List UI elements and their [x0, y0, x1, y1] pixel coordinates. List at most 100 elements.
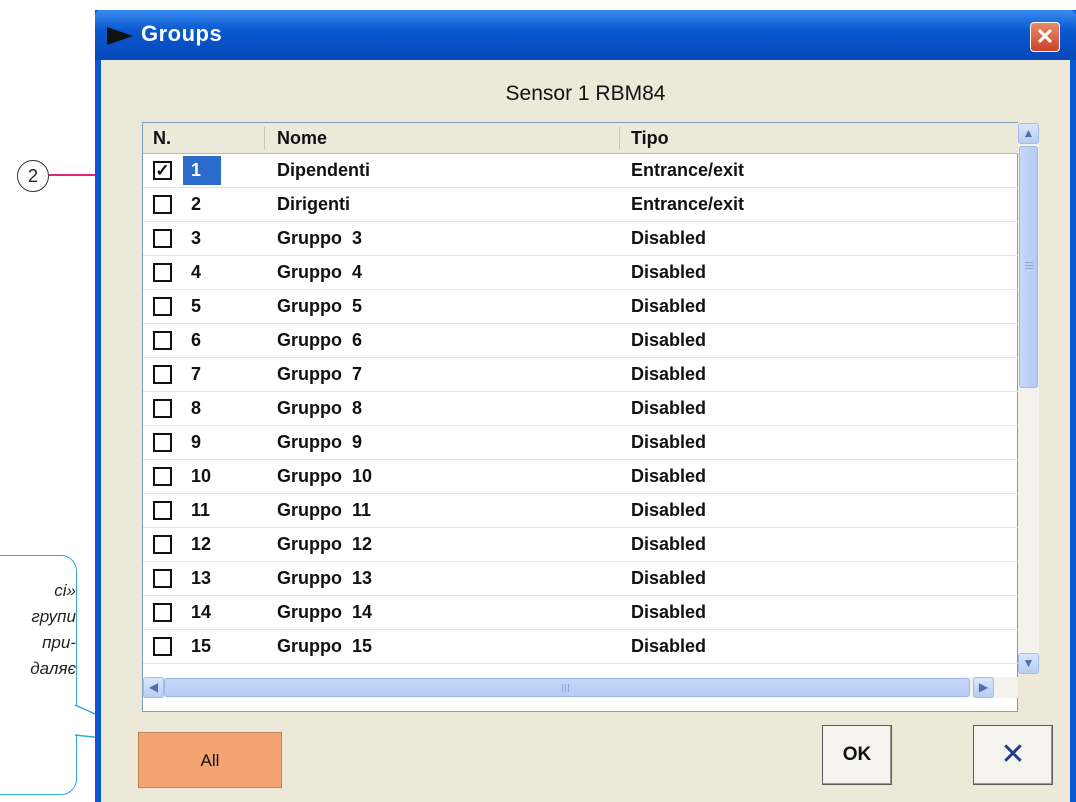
groups-dialog: Groups ✕ Sensor 1 RBM84 N. Nome Tipo ✓ 1 D…: [95, 10, 1076, 802]
group-number: 12: [191, 534, 212, 554]
group-number: 15: [191, 636, 212, 656]
vertical-scrollbar[interactable]: ▲ ▼: [1018, 123, 1039, 674]
sensor-label: Sensor 1 RBM84: [505, 82, 666, 105]
close-button[interactable]: ✕: [1030, 22, 1060, 52]
group-checkbox[interactable]: [153, 433, 172, 452]
list-row[interactable]: 5 Gruppo 5 Disabled: [143, 290, 1018, 324]
group-number: 1: [183, 156, 221, 185]
group-type: Disabled: [631, 466, 707, 486]
group-name: Gruppo 3: [277, 228, 362, 248]
group-type: Disabled: [631, 534, 707, 554]
horizontal-scroll-thumb[interactable]: [164, 678, 970, 697]
vertical-scroll-thumb[interactable]: [1019, 146, 1038, 388]
group-type: Entrance/exit: [631, 194, 745, 214]
group-number: 10: [191, 466, 212, 486]
column-header-nome[interactable]: Nome: [267, 123, 617, 153]
groups-list: N. Nome Tipo ✓ 1 Dipendenti Entrance/exit 2 D…: [142, 122, 1039, 712]
group-checkbox[interactable]: [153, 399, 172, 418]
column-header-n[interactable]: N.: [143, 123, 263, 153]
group-name: Gruppo 10: [277, 466, 373, 486]
group-name: Gruppo 7: [277, 364, 362, 384]
group-name: Dipendenti: [277, 160, 370, 180]
group-checkbox[interactable]: [153, 229, 172, 248]
column-divider[interactable]: [619, 127, 620, 149]
group-name: Gruppo 13: [277, 568, 373, 588]
group-checkbox[interactable]: [153, 501, 172, 520]
group-type: Disabled: [631, 602, 707, 622]
ok-button[interactable]: OK: [822, 725, 892, 785]
group-type: Disabled: [631, 636, 707, 656]
list-rows: ✓ 1 Dipendenti Entrance/exit 2 Dirigenti Entra…: [143, 154, 1018, 676]
group-number: 4: [191, 262, 202, 282]
group-type: Disabled: [631, 262, 707, 282]
list-row[interactable]: 12 Gruppo 12 Disabled: [143, 528, 1018, 562]
list-header: N. Nome Tipo: [143, 123, 1018, 154]
group-name: Gruppo 9: [277, 432, 362, 452]
group-type: Disabled: [631, 398, 707, 418]
group-number: 13: [191, 568, 212, 588]
group-name: Gruppo 11: [277, 500, 372, 520]
scroll-right-button[interactable]: ▶: [973, 677, 994, 698]
group-type: Entrance/exit: [631, 160, 745, 180]
column-divider[interactable]: [264, 127, 265, 149]
scroll-down-button[interactable]: ▼: [1018, 653, 1039, 674]
callout-text: сі» групи при- даляє: [30, 581, 76, 678]
list-row[interactable]: 11 Gruppo 11 Disabled: [143, 494, 1018, 528]
group-type: Disabled: [631, 228, 707, 248]
list-row[interactable]: 9 Gruppo 9 Disabled: [143, 426, 1018, 460]
group-type: Disabled: [631, 296, 707, 316]
list-row[interactable]: 10 Gruppo 10 Disabled: [143, 460, 1018, 494]
list-row[interactable]: 4 Gruppo 4 Disabled: [143, 256, 1018, 290]
list-row[interactable]: ✓ 1 Dipendenti Entrance/exit: [143, 154, 1018, 188]
group-checkbox[interactable]: [153, 603, 172, 622]
group-name: Gruppo 5: [277, 296, 362, 316]
group-name: Gruppo 6: [277, 330, 362, 350]
scroll-left-button[interactable]: ◀: [143, 677, 164, 698]
group-checkbox[interactable]: [153, 263, 172, 282]
scroll-up-button[interactable]: ▲: [1018, 123, 1039, 144]
group-type: Disabled: [631, 432, 707, 452]
list-row[interactable]: 3 Gruppo 3 Disabled: [143, 222, 1018, 256]
list-row[interactable]: 2 Dirigenti Entrance/exit: [143, 188, 1018, 222]
group-checkbox[interactable]: [153, 297, 172, 316]
list-row[interactable]: 14 Gruppo 14 Disabled: [143, 596, 1018, 630]
group-name: Gruppo 4: [277, 262, 362, 282]
cancel-button[interactable]: ✕: [973, 725, 1053, 785]
group-type: Disabled: [631, 364, 707, 384]
list-row[interactable]: 7 Gruppo 7 Disabled: [143, 358, 1018, 392]
group-type: Disabled: [631, 568, 707, 588]
group-name: Gruppo 8: [277, 398, 362, 418]
group-number: 6: [191, 330, 202, 350]
title-bar[interactable]: Groups ✕: [95, 10, 1076, 60]
group-number: 3: [191, 228, 202, 248]
group-checkbox[interactable]: [153, 365, 172, 384]
group-checkbox[interactable]: [153, 467, 172, 486]
list-row[interactable]: 8 Gruppo 8 Disabled: [143, 392, 1018, 426]
group-checkbox[interactable]: [153, 195, 172, 214]
group-number: 9: [191, 432, 202, 452]
callout-marker-number: 2: [17, 160, 49, 192]
select-all-button[interactable]: All: [138, 732, 282, 788]
group-number: 5: [191, 296, 202, 316]
list-row[interactable]: 15 Gruppo 15 Disabled: [143, 630, 1018, 664]
group-number: 14: [191, 602, 212, 622]
group-number: 11: [191, 500, 211, 520]
group-number: 7: [191, 364, 202, 384]
group-checkbox[interactable]: [153, 535, 172, 554]
group-type: Disabled: [631, 500, 707, 520]
group-checkbox[interactable]: [153, 569, 172, 588]
callout-box: сі» групи при- даляє: [0, 555, 77, 795]
group-name: Gruppo 12: [277, 534, 373, 554]
list-row[interactable]: 13 Gruppo 13 Disabled: [143, 562, 1018, 596]
group-checkbox[interactable]: ✓: [153, 161, 172, 180]
group-number: 2: [191, 194, 202, 214]
group-checkbox[interactable]: [153, 637, 172, 656]
horizontal-scrollbar[interactable]: ◀ ▶: [143, 677, 1018, 698]
list-row[interactable]: 6 Gruppo 6 Disabled: [143, 324, 1018, 358]
group-number: 8: [191, 398, 202, 418]
group-name: Gruppo 14: [277, 602, 373, 622]
window-title: Groups: [141, 21, 223, 46]
group-type: Disabled: [631, 330, 707, 350]
group-checkbox[interactable]: [153, 331, 172, 350]
column-header-tipo[interactable]: Tipo: [621, 123, 1011, 153]
